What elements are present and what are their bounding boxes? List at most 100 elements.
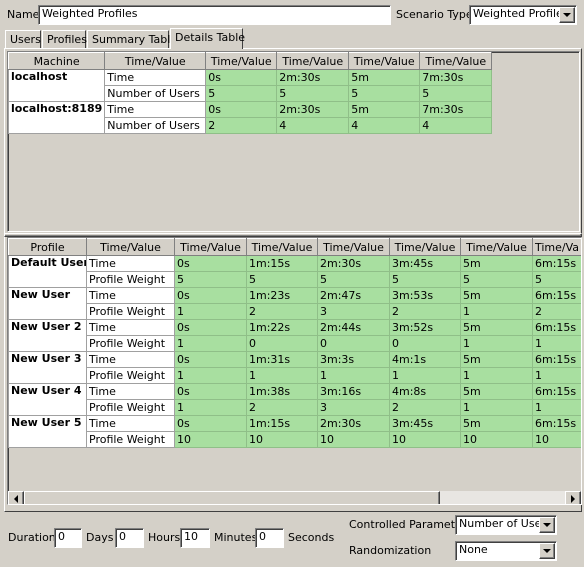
scroll-right-button[interactable] [565, 491, 581, 504]
time-value-column-header[interactable]: Time/Value [419, 52, 493, 70]
value-cell[interactable]: 1 [246, 367, 318, 384]
value-cell[interactable]: 5 [389, 271, 461, 288]
value-cell[interactable]: 1m:23s [246, 287, 318, 304]
hours-input[interactable]: 0 [115, 528, 144, 548]
value-cell[interactable]: 0s [205, 69, 278, 86]
value-cell[interactable]: 2m:30s [276, 69, 350, 86]
value-cell[interactable]: 5 [532, 271, 581, 288]
value-cell[interactable]: 1 [174, 335, 247, 352]
value-cell[interactable]: 5 [205, 85, 278, 102]
profile-name-cell[interactable]: New User 2 [8, 319, 87, 352]
profile-name-cell[interactable]: New User 4 [8, 383, 87, 416]
profile-name-cell[interactable]: Default User [8, 255, 87, 288]
row-label-cell[interactable]: Profile Weight [86, 367, 175, 384]
value-cell[interactable]: 0s [174, 415, 247, 432]
row-label-cell[interactable]: Time [86, 319, 175, 336]
value-cell[interactable]: 1m:15s [246, 255, 318, 272]
chevron-down-icon[interactable] [559, 7, 575, 23]
value-cell[interactable]: 1 [460, 399, 533, 416]
value-cell[interactable]: 5 [174, 271, 247, 288]
value-cell[interactable]: 5 [246, 271, 318, 288]
value-cell[interactable]: 10 [174, 431, 247, 448]
time-value-column-header[interactable]: Time/Value [246, 238, 318, 256]
value-cell[interactable]: 0s [174, 351, 247, 368]
minutes-input[interactable]: 10 [180, 528, 210, 548]
time-value-column-header[interactable]: Time/Value [276, 52, 350, 70]
value-cell[interactable]: 6m:15s [532, 415, 581, 432]
randomization-select[interactable]: None [455, 541, 557, 561]
time-value-column-header[interactable]: Time/Va [532, 238, 581, 256]
profile-name-cell[interactable]: New User 5 [8, 415, 87, 448]
value-cell[interactable]: 1 [532, 367, 581, 384]
value-cell[interactable]: 5m [460, 415, 533, 432]
value-cell[interactable]: 5m [460, 383, 533, 400]
value-cell[interactable]: 2m:44s [317, 319, 390, 336]
tab-profiles[interactable]: Profiles [42, 30, 87, 48]
tab-details-table[interactable]: Details Table [170, 28, 245, 49]
row-label-cell[interactable]: Time [104, 101, 207, 118]
value-cell[interactable]: 6m:15s [532, 255, 581, 272]
value-cell[interactable]: 5 [317, 271, 390, 288]
value-cell[interactable]: 2m:47s [317, 287, 390, 304]
row-label-cell[interactable]: Profile Weight [86, 303, 175, 320]
value-cell[interactable]: 3m:53s [389, 287, 461, 304]
row-label-cell[interactable]: Number of Users [104, 117, 207, 134]
value-cell[interactable]: 3m:16s [317, 383, 390, 400]
row-label-cell[interactable]: Time [86, 351, 175, 368]
value-cell[interactable]: 0 [246, 335, 318, 352]
value-cell[interactable]: 5m [348, 101, 421, 118]
value-cell[interactable]: 10 [317, 431, 390, 448]
value-cell[interactable]: 6m:15s [532, 383, 581, 400]
controlled-parameter-select[interactable]: Number of Users [455, 515, 557, 535]
row-label-cell[interactable]: Profile Weight [86, 271, 175, 288]
row-label-cell[interactable]: Profile Weight [86, 335, 175, 352]
seconds-input[interactable]: 0 [255, 528, 284, 548]
scroll-left-button[interactable] [8, 491, 24, 504]
profile-name-cell[interactable]: New User 3 [8, 351, 87, 384]
value-cell[interactable]: 2m:30s [317, 415, 390, 432]
value-cell[interactable]: 10 [460, 431, 533, 448]
value-cell[interactable]: 7m:30s [419, 101, 493, 118]
value-cell[interactable]: 4 [276, 117, 350, 134]
value-cell[interactable]: 5m [460, 351, 533, 368]
row-label-cell[interactable]: Time [86, 383, 175, 400]
value-cell[interactable]: 5 [419, 85, 493, 102]
value-cell[interactable]: 1 [460, 303, 533, 320]
value-cell[interactable]: 10 [532, 431, 581, 448]
value-cell[interactable]: 2 [246, 399, 318, 416]
value-cell[interactable]: 1 [174, 303, 247, 320]
value-cell[interactable]: 4 [348, 117, 421, 134]
value-cell[interactable]: 1m:38s [246, 383, 318, 400]
value-cell[interactable]: 0s [174, 383, 247, 400]
value-cell[interactable]: 0s [174, 319, 247, 336]
value-cell[interactable]: 5 [348, 85, 421, 102]
value-cell[interactable]: 5m [348, 69, 421, 86]
time-value-column-header[interactable]: Time/Value [389, 238, 461, 256]
value-cell[interactable]: 6m:15s [532, 351, 581, 368]
value-cell[interactable]: 6m:15s [532, 319, 581, 336]
value-cell[interactable]: 2 [532, 303, 581, 320]
value-cell[interactable]: 0 [389, 335, 461, 352]
chevron-down-icon[interactable] [539, 543, 555, 559]
value-cell[interactable]: 5 [460, 271, 533, 288]
value-cell[interactable]: 7m:30s [419, 69, 493, 86]
value-cell[interactable]: 4m:1s [389, 351, 461, 368]
value-cell[interactable]: 1m:22s [246, 319, 318, 336]
time-value-column-header[interactable]: Time/Value [317, 238, 390, 256]
time-value-column-header[interactable]: Time/Value [205, 52, 278, 70]
value-cell[interactable]: 2 [389, 399, 461, 416]
value-cell[interactable]: 0s [174, 255, 247, 272]
value-cell[interactable]: 3 [317, 399, 390, 416]
value-cell[interactable]: 2 [389, 303, 461, 320]
time-value-column-header[interactable]: Time/Value [348, 52, 421, 70]
horizontal-scrollbar[interactable] [8, 491, 581, 504]
value-cell[interactable]: 1 [532, 335, 581, 352]
value-cell[interactable]: 3m:45s [389, 255, 461, 272]
value-cell[interactable]: 5m [460, 255, 533, 272]
value-cell[interactable]: 0s [174, 287, 247, 304]
value-cell[interactable]: 4 [419, 117, 493, 134]
tab-summary-table[interactable]: Summary Table [87, 30, 177, 48]
value-cell[interactable]: 3m:45s [389, 415, 461, 432]
value-cell[interactable]: 2m:30s [276, 101, 350, 118]
row-label-cell[interactable]: Time [86, 255, 175, 272]
